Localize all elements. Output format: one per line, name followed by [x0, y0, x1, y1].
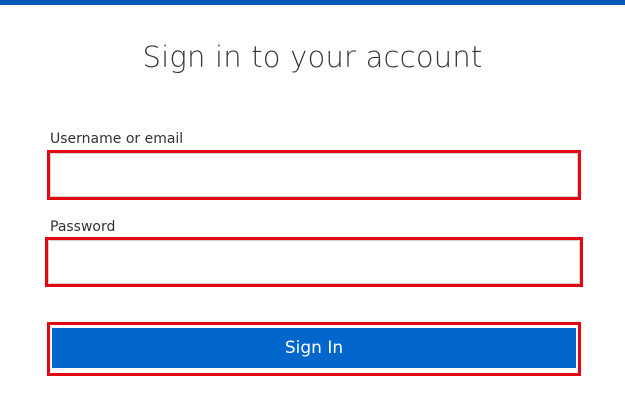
- username-input[interactable]: [50, 153, 578, 197]
- password-input[interactable]: [48, 240, 580, 284]
- sign-in-button[interactable]: Sign In: [52, 328, 576, 368]
- page-title: Sign in to your account: [142, 40, 483, 74]
- username-label: Username or email: [50, 131, 184, 147]
- username-field-highlight: [47, 150, 581, 200]
- top-accent-bar: [0, 0, 625, 5]
- sign-in-button-highlight: Sign In: [47, 322, 581, 376]
- password-field-highlight: [45, 237, 583, 287]
- password-label: Password: [50, 219, 116, 235]
